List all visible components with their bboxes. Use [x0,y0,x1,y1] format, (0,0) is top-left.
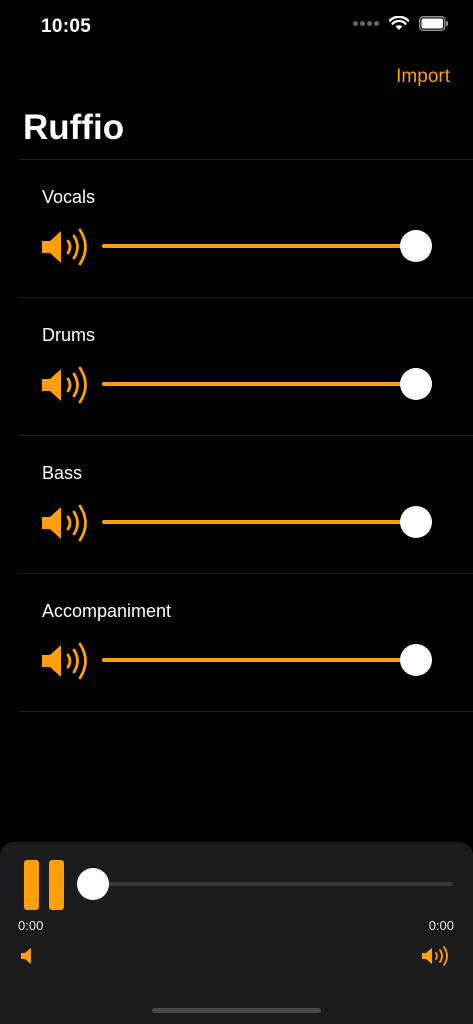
home-indicator [152,1008,321,1013]
playback-progress-slider[interactable] [77,868,455,900]
track-row-accompaniment: Accompaniment [0,574,473,712]
track-row-bass: Bass [0,436,473,574]
track-row-drums: Drums [0,298,473,436]
speaker-wave-3-icon[interactable] [421,945,453,967]
speaker-icon[interactable] [20,946,36,966]
slider-fill [102,658,416,662]
track-label: Accompaniment [42,601,172,621]
slider-fill [102,382,416,386]
slider-fill [102,244,416,248]
slider-thumb[interactable] [400,644,432,676]
slider-thumb[interactable] [400,230,432,262]
slider-thumb[interactable] [400,506,432,538]
wifi-icon [389,16,409,30]
slider-fill [102,520,416,524]
track-volume-slider[interactable] [100,368,432,400]
import-button[interactable]: Import [396,66,450,88]
status-bar: 10:05 [0,0,473,52]
track-volume-slider[interactable] [100,644,432,676]
page-title: Ruffio [23,108,125,147]
total-time: 0:00 [428,918,454,933]
track-volume-slider[interactable] [100,506,432,538]
battery-icon [419,16,448,31]
track-label: Bass [42,463,83,483]
divider [18,711,473,712]
player-panel: 0:00 0:00 [0,842,473,1024]
slider-thumb[interactable] [400,368,432,400]
progress-thumb[interactable] [77,868,109,900]
track-label: Vocals [42,187,96,207]
pause-button[interactable] [24,860,64,910]
track-volume-slider[interactable] [100,230,432,262]
elapsed-time: 0:00 [18,918,44,933]
track-row-vocals: Vocals [0,160,473,298]
speaker-wave-3-icon [42,366,87,404]
progress-rail [77,882,453,886]
speaker-wave-3-icon [42,504,87,542]
status-time: 10:05 [41,16,92,37]
status-icons [353,16,449,31]
cellular-signal-icon [353,21,379,26]
speaker-wave-3-icon [42,642,87,680]
pause-icon [24,860,39,910]
speaker-wave-3-icon [42,228,87,266]
track-label: Drums [42,325,95,345]
